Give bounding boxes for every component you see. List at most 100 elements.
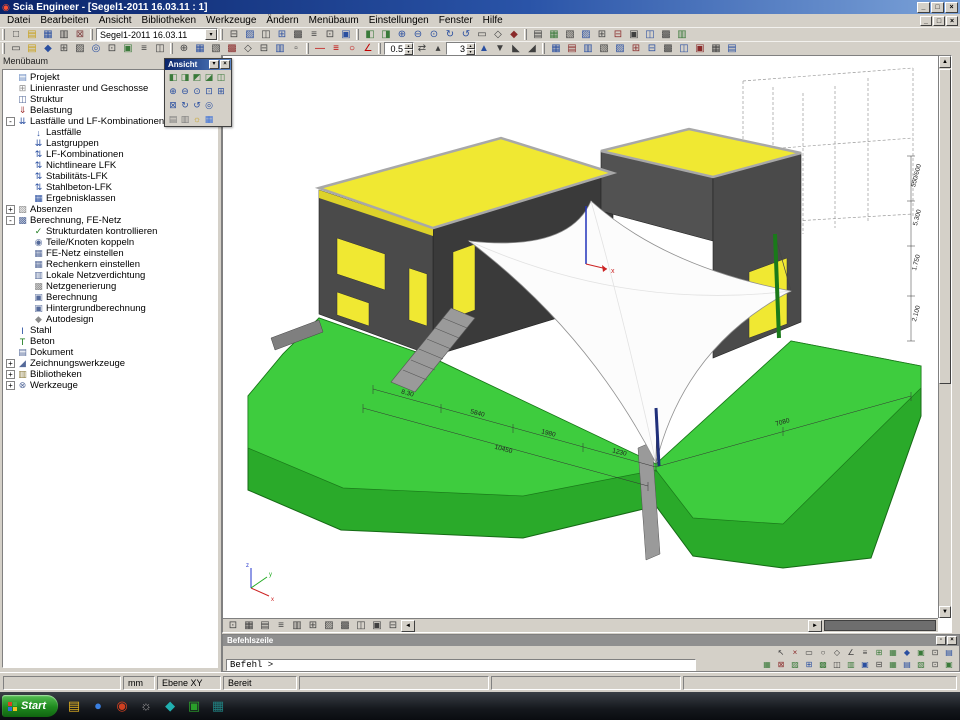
command-tool-icon[interactable]: ▥	[844, 659, 858, 670]
menu-item[interactable]: Ändern	[261, 15, 303, 26]
close-button[interactable]: ×	[945, 2, 958, 13]
toolbar-grip[interactable]	[220, 29, 223, 40]
tree-toggle-icon[interactable]: -	[6, 216, 15, 225]
tree-item[interactable]: + ▧ Absenzen	[6, 204, 217, 215]
toolbar-icon[interactable]: ◧	[362, 28, 378, 41]
model-viewport[interactable]: 8.30 5840 1980 1230 10450 7080 550/600 5…	[222, 55, 952, 633]
command-tool-icon[interactable]: ▣	[942, 659, 956, 670]
toolbar-icon[interactable]: ▭	[8, 42, 24, 55]
view-tool-icon[interactable]: ◪	[203, 71, 215, 83]
tree-item[interactable]: ⇅ Stabilitäts-LFK	[22, 171, 217, 182]
viewport-tool-icon[interactable]: ≡	[273, 619, 289, 632]
command-tool-icon[interactable]: ◫	[830, 659, 844, 670]
zoom-tool-icon[interactable]: ⊕	[167, 85, 179, 97]
toolbar-icon[interactable]: ⊟	[226, 28, 242, 41]
rotate-tool-icon[interactable]: ◎	[203, 99, 215, 111]
toolbar-icon[interactable]: ▣	[338, 28, 354, 41]
toolbar-icon[interactable]: ⊙	[426, 28, 442, 41]
toolbar-icon[interactable]: ▧	[596, 42, 612, 55]
toolbar-icon[interactable]: ▴	[430, 42, 446, 55]
view-tool-icon[interactable]: ◧	[167, 71, 179, 83]
view-tool-icon[interactable]: ◩	[191, 71, 203, 83]
toolbar-icon[interactable]: ⊟	[644, 42, 660, 55]
rotate-tool-icon[interactable]: ↻	[179, 99, 191, 111]
command-tool-icon[interactable]: ∠	[844, 647, 858, 658]
toolbar-icon[interactable]: ⊞	[56, 42, 72, 55]
toolbar-icon[interactable]: ≡	[136, 42, 152, 55]
toolbar-grip[interactable]	[2, 43, 5, 54]
spin-down-icon[interactable]: ▾	[404, 49, 413, 55]
command-tool-icon[interactable]: ⊡	[928, 647, 942, 658]
tree-item[interactable]: - ▩ Berechnung, FE-Netz	[6, 215, 217, 226]
spin-down-icon[interactable]: ▾	[466, 49, 475, 55]
toolbar-icon[interactable]: ▥	[272, 42, 288, 55]
toolbar-icon[interactable]: ≡	[328, 42, 344, 55]
toolbar-grip[interactable]	[524, 29, 527, 40]
tree-toggle-icon[interactable]: +	[6, 381, 15, 390]
command-input[interactable]: Befehl >	[226, 659, 696, 671]
toolbar-icon[interactable]: ▨	[72, 42, 88, 55]
viewport-tool-icon[interactable]: ⊟	[385, 619, 401, 632]
command-tool-icon[interactable]: ▦	[886, 647, 900, 658]
toolbar-icon[interactable]: ▤	[724, 42, 740, 55]
display-tool-icon[interactable]: ▦	[203, 113, 215, 125]
toolbar-grip[interactable]	[170, 43, 173, 54]
toolbar-icon[interactable]: ▤	[24, 28, 40, 41]
toolbar-icon[interactable]: ∠	[360, 42, 376, 55]
tree-item[interactable]: ▦ Ergebnisklassen	[22, 193, 217, 204]
menu-item[interactable]: Menübaum	[304, 15, 364, 26]
toolbar-icon[interactable]: ⊠	[72, 28, 88, 41]
command-tool-icon[interactable]: ◆	[900, 647, 914, 658]
view-tool-icon[interactable]: ◨	[179, 71, 191, 83]
command-tool-icon[interactable]: ▣	[914, 647, 928, 658]
toolbar-icon[interactable]: ▤	[24, 42, 40, 55]
command-tool-icon[interactable]: ◇	[830, 647, 844, 658]
toolbar-icon[interactable]: ⊖	[410, 28, 426, 41]
toolbar-icon[interactable]: ▦	[708, 42, 724, 55]
menu-item[interactable]: Bearbeiten	[35, 15, 93, 26]
toolbar-icon[interactable]: ▧	[562, 28, 578, 41]
command-panel-titlebar[interactable]: Befehlszeile ▫ ×	[223, 635, 959, 646]
chevron-down-icon[interactable]: ▾	[205, 29, 217, 40]
viewport-tool-icon[interactable]: ⊞	[305, 619, 321, 632]
command-tool-icon[interactable]: ⊞	[872, 647, 886, 658]
toolbar-icon[interactable]: ◢	[524, 42, 540, 55]
toolbar-icon[interactable]: ▭	[474, 28, 490, 41]
tree-item[interactable]: + ▥ Bibliotheken	[6, 369, 217, 380]
tree-item[interactable]: ▣ Hintergrundberechnung	[22, 303, 217, 314]
toolbar-grip[interactable]	[306, 43, 309, 54]
toolbar-icon[interactable]: ▤	[530, 28, 546, 41]
viewport-tool-icon[interactable]: ◫	[353, 619, 369, 632]
horizontal-scrollbar-thumb[interactable]	[824, 620, 936, 631]
tree-item[interactable]: I Stahl	[6, 325, 217, 336]
toolbar-icon[interactable]: ↺	[458, 28, 474, 41]
command-tool-icon[interactable]: ▦	[886, 659, 900, 670]
toolbar-icon[interactable]: ▤	[564, 42, 580, 55]
menu-item[interactable]: Fenster	[434, 15, 478, 26]
tree-item[interactable]: ⇅ LF-Kombinationen	[22, 149, 217, 160]
toolbar-icon[interactable]: ▥	[56, 28, 72, 41]
view-palette-titlebar[interactable]: Ansicht ▾ ×	[165, 59, 231, 70]
command-tool-icon[interactable]: ⊟	[872, 659, 886, 670]
viewport-tool-icon[interactable]: ▣	[369, 619, 385, 632]
toolbar-icon[interactable]: ▥	[674, 28, 690, 41]
tree-toggle-icon[interactable]: +	[6, 205, 15, 214]
tree-item[interactable]: ◉ Teile/Knoten koppeln	[22, 237, 217, 248]
toolbar-icon[interactable]: ◫	[642, 28, 658, 41]
toolbar-icon[interactable]: ▨	[612, 42, 628, 55]
viewport-tool-icon[interactable]: ▨	[321, 619, 337, 632]
scroll-right-icon[interactable]: ►	[808, 620, 822, 632]
view-tool-icon[interactable]: ◫	[215, 71, 227, 83]
toolbar-icon[interactable]: ◫	[152, 42, 168, 55]
toolbar-icon[interactable]: ◣	[508, 42, 524, 55]
toolbar-icon[interactable]: ▨	[578, 28, 594, 41]
toolbar-icon[interactable]: ▩	[224, 42, 240, 55]
menu-item[interactable]: Einstellungen	[364, 15, 434, 26]
toolbar-icon[interactable]: ▥	[580, 42, 596, 55]
quick-launch-icon[interactable]: ●	[86, 695, 110, 717]
toolbar-icon[interactable]: ◨	[378, 28, 394, 41]
toolbar-icon[interactable]: ⊡	[104, 42, 120, 55]
toolbar-icon[interactable]: ≡	[306, 28, 322, 41]
tree-item[interactable]: ⇅ Nichtlineare LFK	[22, 160, 217, 171]
tree-item[interactable]: ▤ Dokument	[6, 347, 217, 358]
